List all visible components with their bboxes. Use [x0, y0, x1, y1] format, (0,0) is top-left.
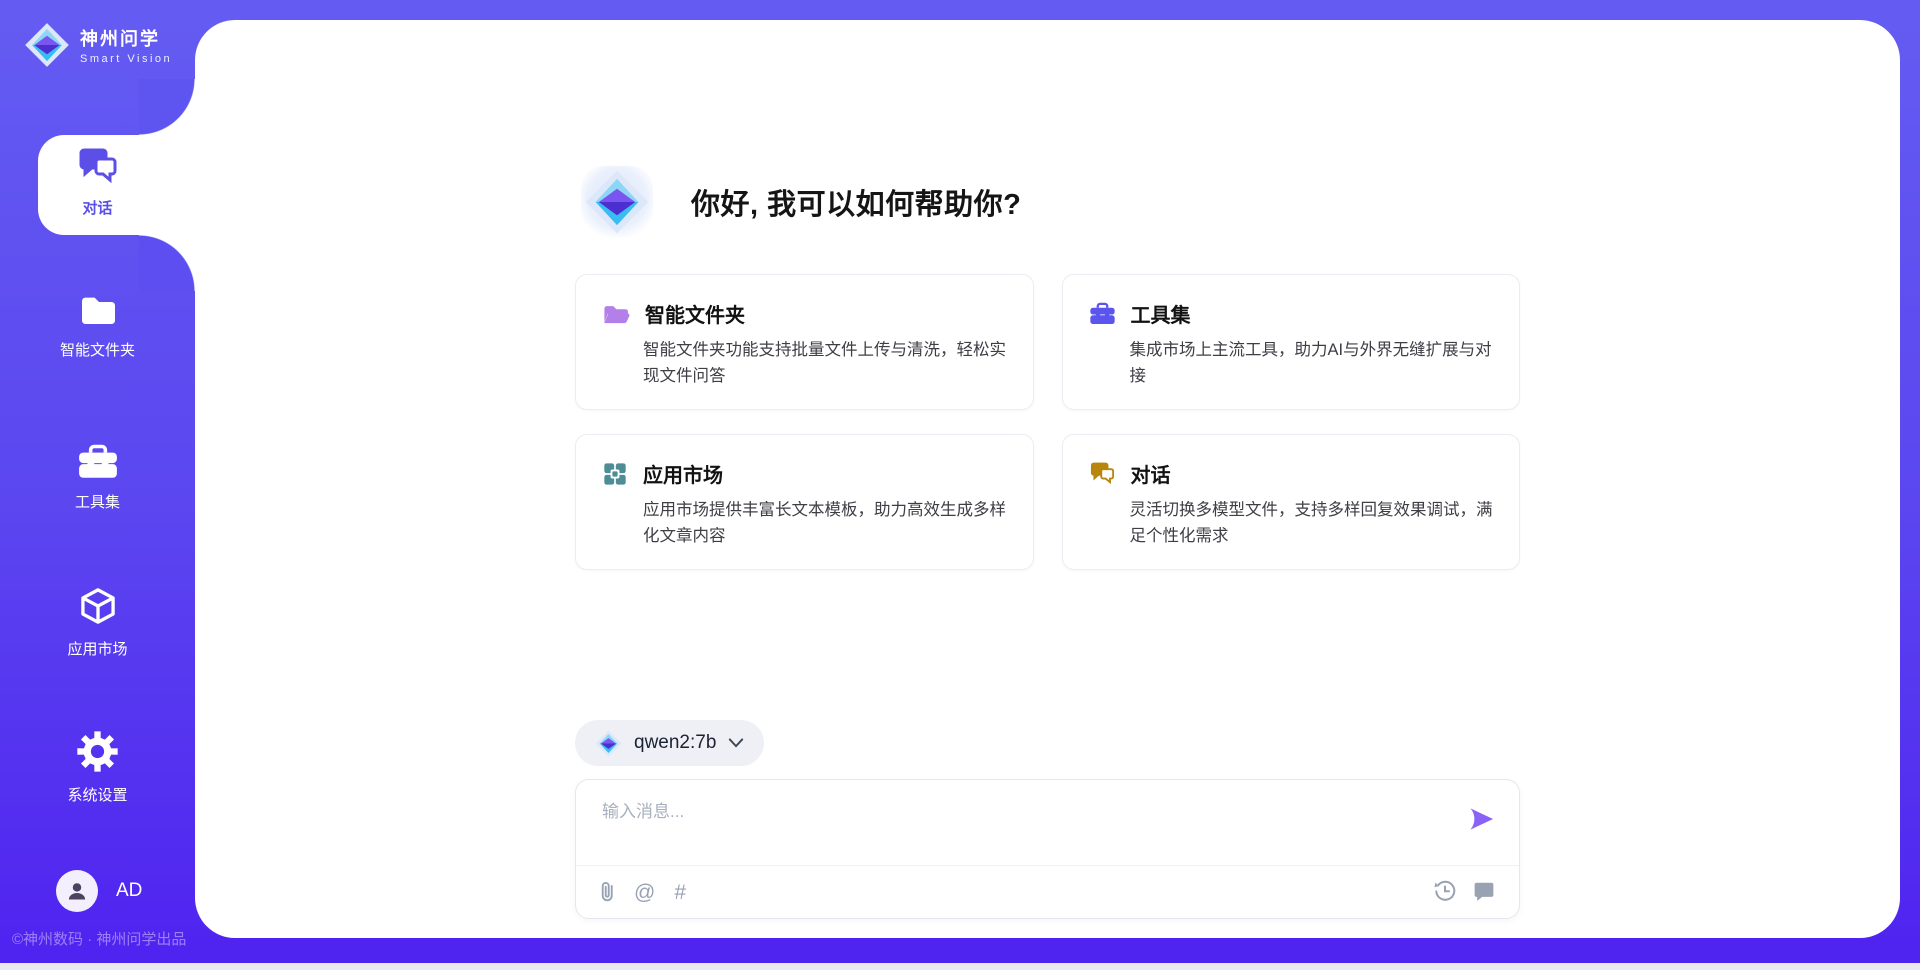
folder-icon [77, 292, 119, 328]
card-title: 工具集 [1131, 299, 1191, 328]
chat-icon [76, 146, 120, 186]
sidebar-item-app-market[interactable]: 应用市场 [0, 585, 195, 659]
sidebar-item-label: 应用市场 [67, 638, 127, 659]
user-account[interactable]: AD [56, 870, 142, 912]
speech-bubble-icon [1473, 880, 1495, 902]
sidebar-item-smart-folder[interactable]: 智能文件夹 [0, 292, 195, 360]
card-smart-folder[interactable]: 智能文件夹 智能文件夹功能支持批量文件上传与清洗，轻松实现文件问答 [575, 274, 1034, 410]
copyright-footer: ©神州数码 · 神州问学出品 [12, 928, 186, 949]
card-chat[interactable]: 对话 灵活切换多模型文件，支持多样回复效果调试，满足个性化需求 [1062, 434, 1521, 570]
person-icon [64, 878, 90, 904]
main-panel: 你好, 我可以如何帮助你? 智能文件夹 智能文件夹功能支持批量文件上传与清洗，轻… [195, 20, 1900, 938]
diamond-logo-icon [584, 169, 650, 235]
sidebar-item-label: 智能文件夹 [60, 339, 135, 360]
sidebar-item-chat[interactable]: 对话 [0, 146, 195, 218]
user-initials: AD [116, 880, 142, 902]
chevron-down-icon [728, 737, 744, 749]
card-title: 对话 [1131, 459, 1171, 488]
greeting-block: 你好, 我可以如何帮助你? [575, 160, 1520, 244]
sidebar-item-label: 工具集 [75, 491, 120, 512]
sidebar-item-label: 对话 [82, 197, 112, 218]
model-diamond-icon [595, 730, 622, 757]
card-app-market[interactable]: 应用市场 应用市场提供丰富长文本模板，助力高效生成多样化文章内容 [575, 434, 1034, 570]
brand-name: 神州问学 [80, 25, 172, 51]
card-description: 灵活切换多模型文件，支持多样回复效果调试，满足个性化需求 [1130, 498, 1494, 549]
brand-diamond-icon [24, 22, 70, 68]
send-icon [1468, 806, 1495, 832]
mention-button[interactable]: @ [634, 882, 655, 903]
active-nav-fillet-bottom [139, 235, 195, 291]
topic-button[interactable]: # [674, 882, 686, 903]
brand: 神州问学 Smart Vision [24, 22, 172, 68]
message-input[interactable] [602, 802, 1447, 822]
card-title: 智能文件夹 [645, 299, 745, 328]
attach-button[interactable] [600, 879, 615, 905]
sidebar-item-toolset[interactable]: 工具集 [0, 443, 195, 512]
gear-icon [76, 730, 119, 773]
chat-icon [1089, 461, 1116, 486]
toolbox-icon [77, 443, 119, 480]
brand-subtitle: Smart Vision [80, 53, 172, 65]
card-title: 应用市场 [643, 459, 723, 488]
model-name: qwen2:7b [634, 732, 716, 754]
avatar [56, 870, 98, 912]
folder-open-icon [602, 302, 630, 326]
grid-icon [602, 461, 628, 487]
greeting-text: 你好, 我可以如何帮助你? [691, 181, 1021, 223]
message-composer: @ # [575, 779, 1520, 919]
card-toolset[interactable]: 工具集 集成市场上主流工具，助力AI与外界无缝扩展与对接 [1062, 274, 1521, 410]
model-selector[interactable]: qwen2:7b [575, 720, 764, 766]
sidebar-item-label: 系统设置 [67, 784, 127, 805]
composer-divider [576, 865, 1519, 866]
sidebar-item-settings[interactable]: 系统设置 [0, 730, 195, 805]
card-description: 集成市场上主流工具，助力AI与外界无缝扩展与对接 [1130, 338, 1494, 389]
active-nav-fillet-top [139, 79, 195, 135]
sidebar: 神州问学 Smart Vision 对话 智能文件夹 工具集 应用市场 系统设置… [0, 0, 195, 963]
feedback-button[interactable] [1473, 880, 1495, 902]
feature-cards: 智能文件夹 智能文件夹功能支持批量文件上传与清洗，轻松实现文件问答 工具集 集成… [575, 274, 1520, 570]
greeting-logo [575, 160, 659, 244]
paperclip-icon [600, 879, 615, 905]
horizontal-scrollbar[interactable] [0, 963, 1920, 970]
history-button[interactable] [1433, 879, 1457, 903]
card-description: 智能文件夹功能支持批量文件上传与清洗，轻松实现文件问答 [643, 338, 1007, 389]
send-button[interactable] [1468, 806, 1495, 832]
cube-icon [76, 585, 120, 627]
toolbox-icon [1089, 301, 1116, 326]
history-icon [1433, 879, 1457, 903]
card-description: 应用市场提供丰富长文本模板，助力高效生成多样化文章内容 [643, 498, 1007, 549]
